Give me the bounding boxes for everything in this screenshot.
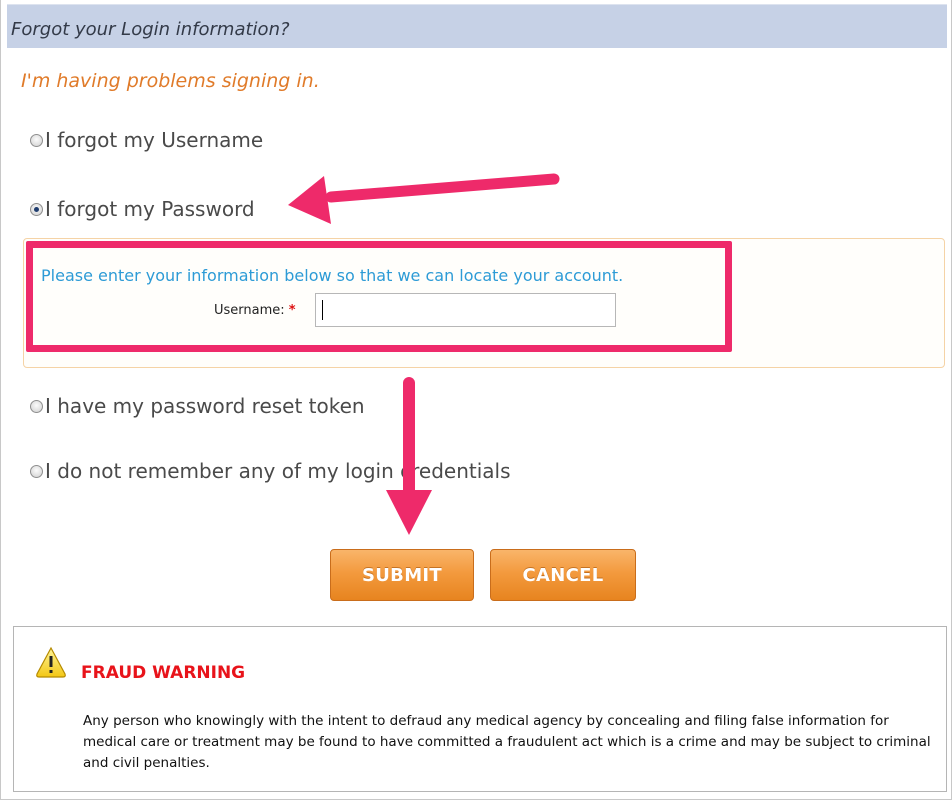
option-label: I have my password reset token bbox=[45, 394, 365, 418]
radio-have-reset-token[interactable] bbox=[30, 399, 43, 413]
option-label: I forgot my Password bbox=[45, 197, 255, 221]
option-forgot-username[interactable]: I forgot my Username bbox=[30, 128, 263, 152]
problems-subtitle: I'm having problems signing in. bbox=[21, 70, 320, 92]
fraud-warning-title: FRAUD WARNING bbox=[81, 663, 246, 683]
option-forgot-password[interactable]: I forgot my Password bbox=[30, 197, 255, 221]
arrow-to-password-option bbox=[288, 173, 560, 224]
submit-button[interactable]: SUBMIT bbox=[330, 549, 474, 601]
option-no-credentials[interactable]: I do not remember any of my login creden… bbox=[30, 459, 511, 483]
panel-title: Forgot your Login information? bbox=[11, 19, 290, 40]
radio-no-credentials[interactable] bbox=[30, 464, 43, 478]
option-label: I forgot my Username bbox=[45, 128, 264, 152]
panel-header: Forgot your Login information? bbox=[7, 4, 947, 48]
cancel-button[interactable]: CANCEL bbox=[490, 549, 636, 601]
fraud-warning-text: Any person who knowingly with the intent… bbox=[83, 713, 931, 771]
radio-forgot-username[interactable] bbox=[30, 133, 43, 147]
forgot-login-panel: Forgot your Login information? I'm havin… bbox=[0, 0, 952, 800]
annotation-highlight-box bbox=[26, 241, 732, 352]
radio-forgot-password[interactable] bbox=[30, 202, 43, 216]
option-label: I do not remember any of my login creden… bbox=[45, 459, 511, 483]
option-have-reset-token[interactable]: I have my password reset token bbox=[30, 394, 365, 418]
